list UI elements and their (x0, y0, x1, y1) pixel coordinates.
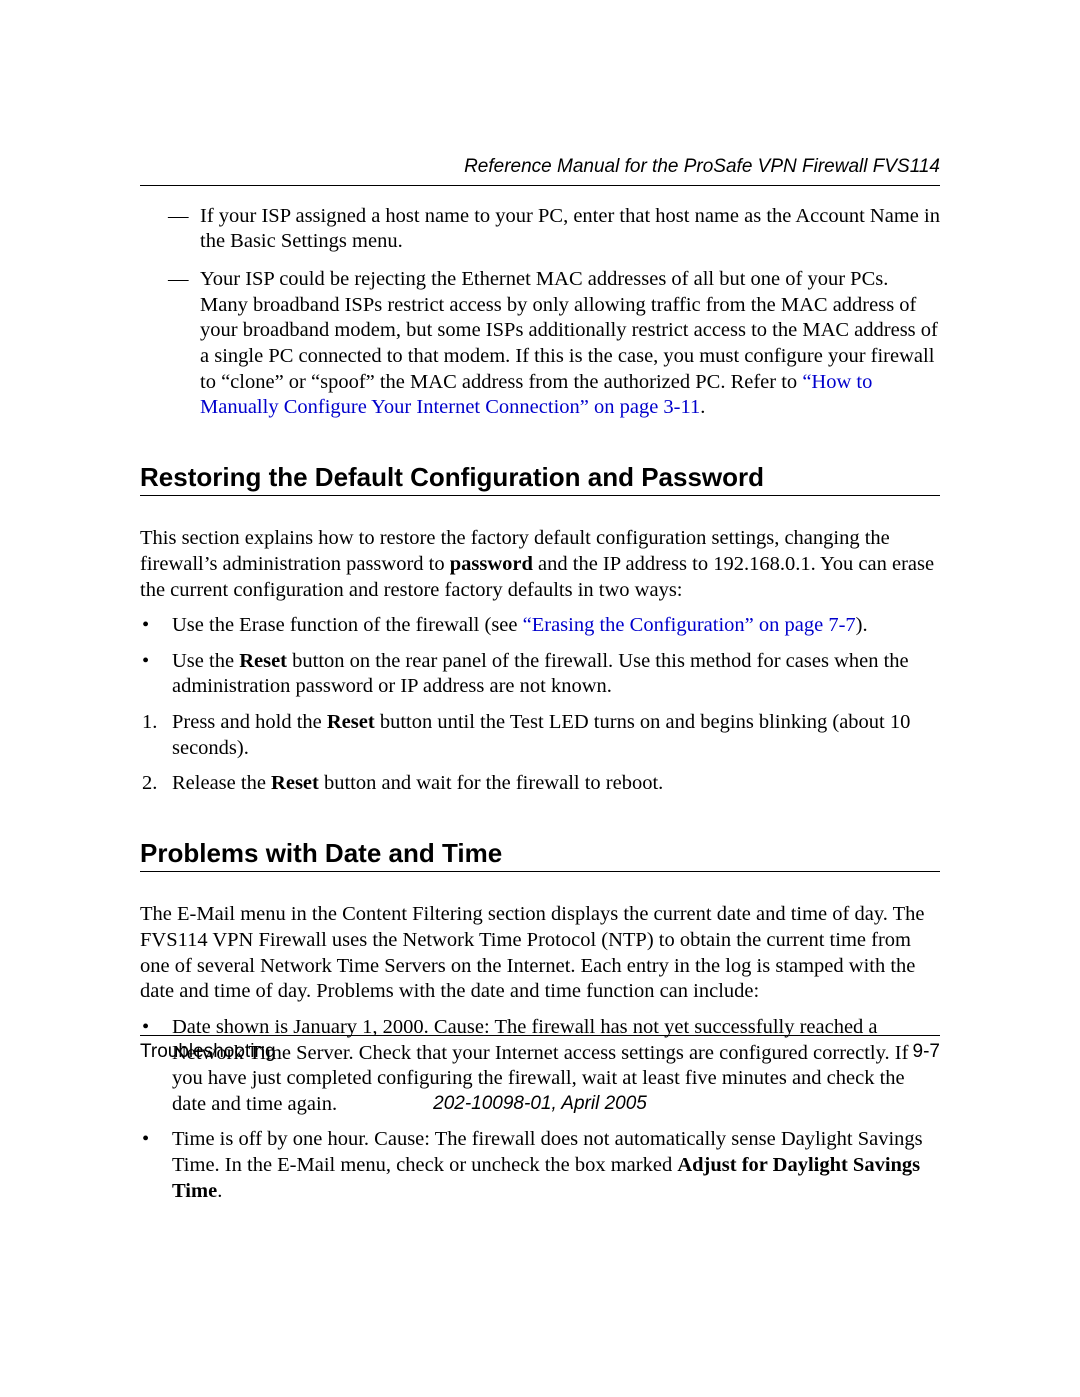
section-heading-restore: Restoring the Default Configuration and … (140, 461, 940, 494)
list-text: Use the Reset button on the rear panel o… (172, 649, 940, 700)
step-number: 1. (140, 710, 172, 761)
text-run: Release the (172, 772, 271, 794)
bullet-dot-icon: • (140, 613, 172, 639)
bold-reset: Reset (271, 772, 319, 794)
sublist-text: If your ISP assigned a host name to your… (200, 204, 940, 255)
cross-reference-link[interactable]: “Erasing the Configuration” on page 7-7 (523, 614, 856, 636)
footer-page-number: 9-7 (913, 1040, 940, 1064)
list-item: • Time is off by one hour. Cause: The fi… (140, 1127, 940, 1204)
step-item: 1. Press and hold the Reset button until… (140, 710, 940, 761)
footer-section-label: Troubleshooting (140, 1040, 276, 1064)
heading-rule (140, 871, 940, 872)
section1-intro: This section explains how to restore the… (140, 526, 940, 603)
step-item: 2. Release the Reset button and wait for… (140, 771, 940, 797)
page-footer: Troubleshooting 9-7 202-10098-01, April … (140, 1035, 940, 1116)
list-text: Time is off by one hour. Cause: The fire… (172, 1127, 940, 1204)
footer-row: Troubleshooting 9-7 (140, 1040, 940, 1064)
section2-intro: The E-Mail menu in the Content Filtering… (140, 902, 940, 1005)
text-run: ). (856, 614, 868, 636)
text-run: . (217, 1180, 222, 1202)
em-dash-bullet: — (140, 267, 200, 421)
running-header: Reference Manual for the ProSafe VPN Fir… (140, 155, 940, 179)
em-dash-bullet: — (140, 204, 200, 255)
text-run: Use the (172, 650, 239, 672)
heading-rule (140, 495, 940, 496)
text-run: Press and hold the (172, 711, 327, 733)
sublist-text: Your ISP could be rejecting the Ethernet… (200, 267, 940, 421)
step-text: Press and hold the Reset button until th… (172, 710, 940, 761)
bullet-dot-icon: • (140, 1127, 172, 1204)
bold-reset: Reset (327, 711, 375, 733)
list-item: • Use the Reset button on the rear panel… (140, 649, 940, 700)
list-item: • Use the Erase function of the firewall… (140, 613, 940, 639)
bullet-dot-icon: • (140, 649, 172, 700)
text-run: Use the Erase function of the firewall (… (172, 614, 523, 636)
step-text: Release the Reset button and wait for th… (172, 771, 940, 797)
bold-reset: Reset (239, 650, 287, 672)
section-heading-datetime: Problems with Date and Time (140, 837, 940, 870)
footer-rule (140, 1035, 940, 1036)
sublist-item: — Your ISP could be rejecting the Ethern… (140, 267, 940, 421)
list-text: Use the Erase function of the firewall (… (172, 613, 940, 639)
step-number: 2. (140, 771, 172, 797)
text-run: button and wait for the firewall to rebo… (319, 772, 663, 794)
section1-bullets: • Use the Erase function of the firewall… (140, 613, 940, 700)
text-run: . (700, 396, 705, 418)
footer-doc-id: 202-10098-01, April 2005 (140, 1092, 940, 1116)
section1-steps: 1. Press and hold the Reset button until… (140, 710, 940, 797)
bold-password: password (450, 553, 533, 575)
sublist-item: — If your ISP assigned a host name to yo… (140, 204, 940, 255)
header-rule (140, 185, 940, 186)
document-page: Reference Manual for the ProSafe VPN Fir… (0, 0, 1080, 1397)
continued-sublist: — If your ISP assigned a host name to yo… (140, 204, 940, 421)
